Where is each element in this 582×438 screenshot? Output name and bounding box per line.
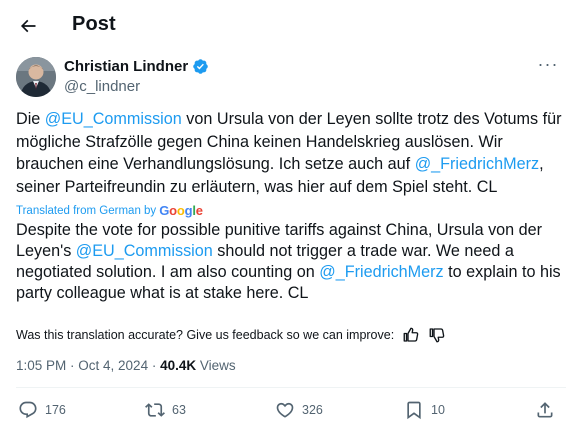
- thumbs-down-icon[interactable]: [428, 326, 446, 344]
- tweet-text: Die @EU_Commission von Ursula von der Le…: [16, 110, 562, 196]
- heart-icon: [276, 402, 294, 418]
- mention-friedrich-merz-translated[interactable]: @_FriedrichMerz: [319, 263, 443, 281]
- bookmark-button[interactable]: 10: [404, 400, 445, 420]
- like-count: 326: [302, 403, 323, 417]
- reply-count: 176: [45, 403, 66, 417]
- reply-button[interactable]: 176: [18, 400, 66, 420]
- author-name[interactable]: Christian Lindner: [64, 58, 209, 75]
- post-meta: 1:05 PM · Oct 4, 2024 · 40.4K Views: [16, 358, 236, 373]
- avatar-image: [16, 57, 56, 97]
- arrow-left-icon: [20, 19, 36, 33]
- views-count: 40.4K: [160, 358, 197, 373]
- post-date[interactable]: Oct 4, 2024: [78, 358, 148, 373]
- verified-badge-icon: [192, 58, 209, 75]
- share-icon: [537, 402, 553, 418]
- mention-friedrich-merz[interactable]: @_FriedrichMerz: [415, 155, 539, 173]
- like-button[interactable]: 326: [275, 400, 323, 420]
- post-time[interactable]: 1:05 PM: [16, 358, 66, 373]
- mention-eu-commission-translated[interactable]: @EU_Commission: [76, 242, 213, 260]
- repost-count: 63: [172, 403, 186, 417]
- repost-button[interactable]: 63: [145, 400, 186, 420]
- author-handle[interactable]: @c_lindner: [64, 78, 140, 95]
- translation-attribution[interactable]: Translated from German by Google: [16, 203, 203, 218]
- more-options-button[interactable]: ···: [534, 54, 562, 76]
- bookmark-count: 10: [431, 403, 445, 417]
- views-label: Views: [196, 358, 236, 373]
- avatar[interactable]: [16, 57, 56, 97]
- page-title: Post: [72, 13, 116, 35]
- more-dots-icon: ···: [537, 54, 559, 74]
- thumbs-up-icon[interactable]: [402, 326, 420, 344]
- share-button[interactable]: [535, 400, 555, 420]
- back-button[interactable]: [14, 12, 42, 40]
- translation-feedback: Was this translation accurate? Give us f…: [16, 326, 446, 344]
- divider: [16, 387, 566, 388]
- bookmark-icon: [407, 401, 421, 420]
- action-bar: 176 63 326 10: [0, 392, 582, 436]
- reply-icon: [19, 401, 37, 419]
- repost-icon: [145, 403, 165, 417]
- mention-eu-commission[interactable]: @EU_Commission: [45, 110, 182, 128]
- google-logo: Google: [159, 203, 203, 218]
- page-header: Post: [0, 0, 582, 52]
- translated-text: Despite the vote for possible punitive t…: [16, 221, 561, 302]
